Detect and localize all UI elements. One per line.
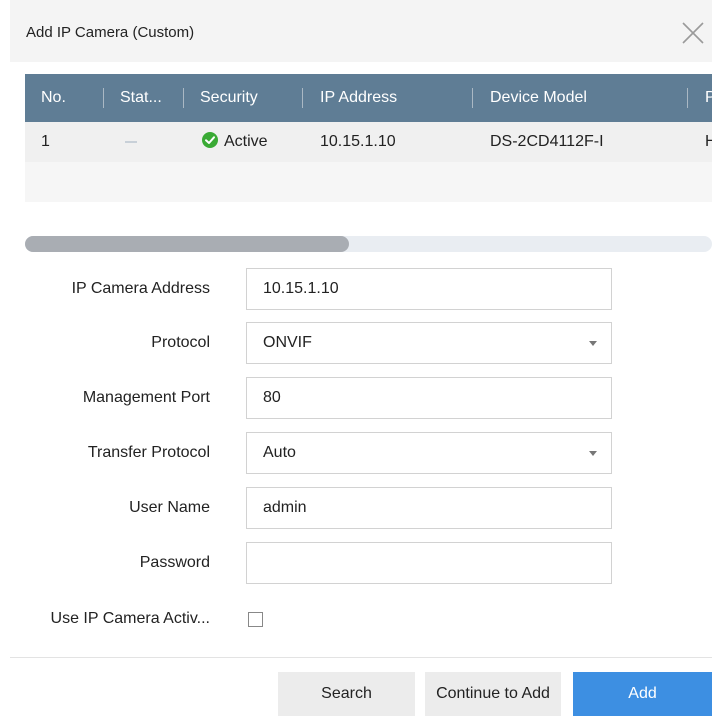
- table-empty-row: [25, 162, 712, 202]
- user-name-input[interactable]: [246, 487, 612, 529]
- column-divider[interactable]: [687, 88, 688, 108]
- use-activation-label: Use IP Camera Activ...: [50, 610, 210, 627]
- protocol-select[interactable]: ONVIF: [246, 322, 612, 364]
- column-divider[interactable]: [103, 88, 104, 108]
- transfer-protocol-selected-value: Auto: [263, 444, 296, 461]
- search-button[interactable]: Search: [278, 672, 415, 716]
- check-circle-icon: [202, 132, 218, 149]
- cell-ip-address: 10.15.1.10: [320, 133, 396, 150]
- camera-table: No. Stat... Security IP Address Device M…: [25, 74, 712, 202]
- cell-next: H: [705, 133, 712, 150]
- form-row-use-activation: Use IP Camera Activ...: [0, 598, 712, 640]
- form-row-ip-camera-address: IP Camera Address: [0, 268, 712, 310]
- horizontal-scrollbar[interactable]: [25, 236, 712, 252]
- close-icon[interactable]: [680, 20, 706, 46]
- form-row-password: Password: [0, 542, 712, 584]
- dialog-title: Add IP Camera (Custom): [26, 24, 195, 41]
- status-indicator: [125, 141, 137, 143]
- form-row-transfer-protocol: Transfer Protocol Auto: [0, 432, 712, 474]
- column-header-security[interactable]: Security: [200, 74, 258, 122]
- protocol-label: Protocol: [151, 334, 210, 351]
- column-divider[interactable]: [183, 88, 184, 108]
- add-button[interactable]: Add: [573, 672, 712, 716]
- column-header-ip-address[interactable]: IP Address: [320, 74, 397, 122]
- transfer-protocol-label: Transfer Protocol: [87, 444, 210, 461]
- management-port-input[interactable]: [246, 377, 612, 419]
- column-header-next[interactable]: P: [705, 74, 712, 122]
- cell-device-model: DS-2CD4112F-I: [490, 133, 604, 150]
- dialog-title-bar: Add IP Camera (Custom): [10, 0, 712, 62]
- transfer-protocol-select[interactable]: Auto: [246, 432, 612, 474]
- scrollbar-thumb[interactable]: [25, 236, 349, 252]
- form-row-management-port: Management Port: [0, 377, 712, 419]
- ip-camera-address-input[interactable]: [246, 268, 612, 310]
- column-divider[interactable]: [472, 88, 473, 108]
- ip-camera-address-label: IP Camera Address: [71, 280, 210, 297]
- column-divider[interactable]: [302, 88, 303, 108]
- table-row[interactable]: 1 Active 10.15.1.10 DS-2CD4112F-I H: [25, 122, 712, 162]
- footer-divider: [10, 657, 712, 658]
- cell-security: Active: [201, 122, 268, 162]
- form-row-user-name: User Name: [0, 487, 712, 529]
- protocol-selected-value: ONVIF: [263, 334, 312, 351]
- chevron-down-icon: [589, 341, 597, 346]
- cell-no: 1: [41, 133, 50, 150]
- security-status-text: Active: [224, 133, 268, 150]
- management-port-label: Management Port: [82, 389, 210, 406]
- continue-to-add-button[interactable]: Continue to Add: [425, 672, 561, 716]
- table-header: No. Stat... Security IP Address Device M…: [25, 74, 712, 122]
- column-header-device-model[interactable]: Device Model: [490, 74, 587, 122]
- password-label: Password: [139, 554, 210, 571]
- password-input[interactable]: [246, 542, 612, 584]
- chevron-down-icon: [589, 451, 597, 456]
- column-header-status[interactable]: Stat...: [120, 74, 162, 122]
- form-row-protocol: Protocol ONVIF: [0, 322, 712, 364]
- add-ip-camera-dialog: Add IP Camera (Custom) No. Stat... Secur…: [0, 0, 712, 724]
- use-activation-checkbox[interactable]: [248, 612, 263, 627]
- user-name-label: User Name: [129, 499, 210, 516]
- column-header-no[interactable]: No.: [41, 74, 66, 122]
